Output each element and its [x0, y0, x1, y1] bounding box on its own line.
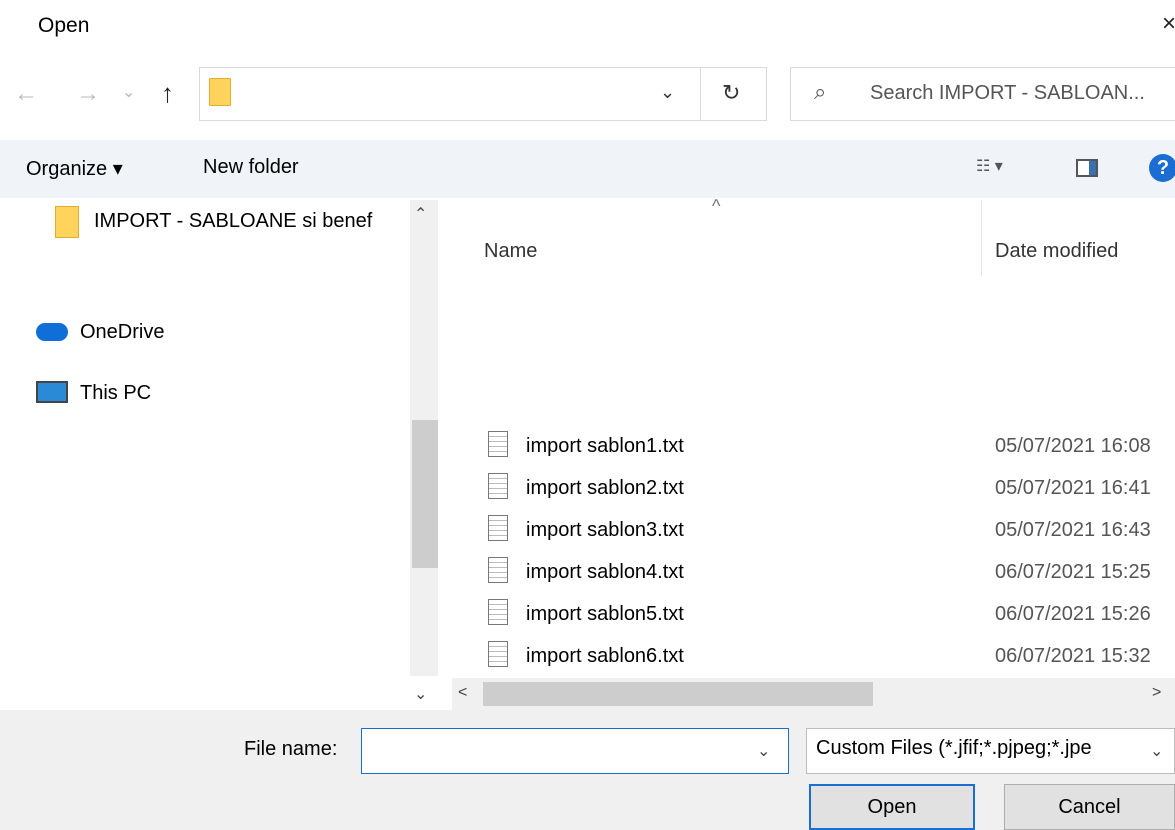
file-date: 06/07/2021 15:32 [995, 645, 1151, 667]
address-bar[interactable] [199, 67, 767, 121]
help-icon[interactable]: ? [1149, 154, 1175, 182]
open-button[interactable]: Open [809, 784, 975, 830]
column-header-name[interactable]: Name [484, 240, 537, 263]
forward-arrow-icon[interactable]: → [76, 80, 100, 108]
folder-icon [209, 78, 231, 106]
scroll-left-icon[interactable]: < [458, 684, 467, 702]
new-folder-button[interactable]: New folder [203, 156, 299, 179]
file-name-label: File name: [244, 738, 338, 760]
window-title: Open [38, 14, 90, 37]
column-header-date-modified[interactable]: Date modified [995, 240, 1118, 263]
horizontal-scrollbar-thumb[interactable] [483, 682, 873, 706]
scroll-right-icon[interactable]: > [1152, 684, 1161, 702]
preview-pane-icon[interactable] [1076, 159, 1098, 177]
file-type-dropdown-chevron-icon[interactable]: ⌄ [1150, 741, 1163, 761]
file-date: 05/07/2021 16:41 [995, 477, 1151, 499]
this-pc-monitor-icon [36, 381, 68, 403]
up-arrow-icon[interactable]: ↑ [161, 78, 174, 109]
close-icon[interactable]: × [1162, 10, 1175, 38]
file-name[interactable]: import sablon1.txt [526, 435, 684, 458]
change-view-icon[interactable]: ☷ ▾ [976, 156, 1003, 176]
file-name[interactable]: import sablon3.txt [526, 519, 684, 542]
refresh-icon[interactable]: ↻ [722, 80, 740, 106]
sort-ascending-icon: ^ [712, 196, 721, 216]
file-name[interactable]: import sablon2.txt [526, 477, 684, 500]
file-type-filter-value[interactable]: Custom Files (*.jfif;*.pjpeg;*.jpe [816, 737, 1092, 760]
search-placeholder[interactable]: Search IMPORT - SABLOAN... [870, 82, 1145, 105]
cancel-button[interactable]: Cancel [1004, 784, 1175, 830]
scroll-down-icon[interactable]: ⌄ [414, 684, 427, 704]
folder-icon [55, 206, 79, 238]
file-name-dropdown-chevron-icon[interactable]: ⌄ [757, 741, 770, 761]
file-date: 05/07/2021 16:08 [995, 435, 1151, 457]
text-file-icon [488, 431, 508, 457]
file-name-input[interactable] [361, 728, 789, 774]
text-file-icon [488, 473, 508, 499]
file-name[interactable]: import sablon6.txt [526, 645, 684, 668]
sidebar-item-import-folder[interactable]: IMPORT - SABLOANE si benef [94, 210, 372, 233]
recent-locations-chevron-icon[interactable]: ⌄ [122, 82, 135, 102]
sidebar-item-onedrive[interactable]: OneDrive [80, 321, 164, 344]
address-divider [700, 67, 701, 121]
organize-button[interactable]: Organize ▾ [26, 156, 123, 181]
file-date: 05/07/2021 16:43 [995, 519, 1151, 541]
back-arrow-icon[interactable]: ← [14, 80, 38, 108]
scroll-up-icon[interactable]: ⌃ [414, 204, 427, 224]
onedrive-cloud-icon [36, 323, 68, 341]
sidebar-scrollbar-thumb[interactable] [412, 420, 438, 568]
file-date: 06/07/2021 15:25 [995, 561, 1151, 583]
text-file-icon [488, 641, 508, 667]
file-name[interactable]: import sablon4.txt [526, 561, 684, 584]
text-file-icon [488, 515, 508, 541]
text-file-icon [488, 557, 508, 583]
file-date: 06/07/2021 15:26 [995, 603, 1151, 625]
file-name[interactable]: import sablon5.txt [526, 603, 684, 626]
column-divider[interactable] [981, 200, 982, 276]
sidebar-item-this-pc[interactable]: This PC [80, 382, 151, 405]
text-file-icon [488, 599, 508, 625]
address-dropdown-chevron-icon[interactable]: ⌄ [660, 82, 675, 103]
search-icon: ⌕ [814, 79, 827, 104]
